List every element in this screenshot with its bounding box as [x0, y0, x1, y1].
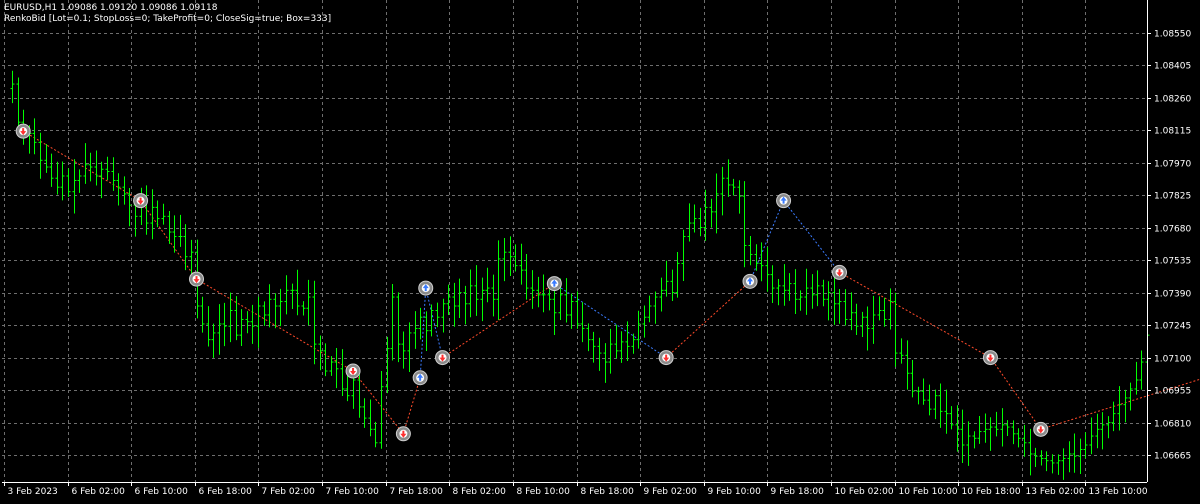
time-tick-label: 9 Feb 10:00: [708, 487, 762, 497]
price-tick-label: 1.08115: [1154, 127, 1191, 137]
sell-signal-marker: [982, 350, 998, 366]
buy-signal-marker: [418, 280, 434, 296]
time-tick-label: 7 Feb 18:00: [390, 487, 444, 497]
price-tick-label: 1.07245: [1154, 322, 1191, 332]
sell-signal-marker: [133, 193, 149, 209]
buy-signal-marker: [412, 370, 428, 386]
chart-background: [0, 0, 1200, 500]
time-tick-label: 6 Feb 10:00: [135, 487, 189, 497]
time-tick-label: 7 Feb 02:00: [262, 487, 316, 497]
price-tick-label: 1.07970: [1154, 160, 1191, 170]
price-tick-label: 1.07680: [1154, 225, 1191, 235]
sell-signal-marker: [1033, 421, 1049, 437]
price-tick-label: 1.08550: [1154, 30, 1191, 40]
symbol-info-label: EURUSD,H1 1.09086 1.09120 1.09086 1.0911…: [4, 3, 218, 13]
time-tick-label: 13 Feb 10:00: [1089, 487, 1148, 497]
price-tick-label: 1.08260: [1154, 95, 1191, 105]
price-tick-label: 1.07390: [1154, 290, 1191, 300]
price-chart[interactable]: 1.08550 1.08405 1.08260 1.08115 1.07970 1.078…: [0, 0, 1200, 500]
expert-advisor-label: RenkoBid [Lot=0.1; StopLoss=0; TakeProfi…: [4, 14, 332, 24]
price-tick-label: 1.08405: [1154, 62, 1191, 72]
price-tick-label: 1.06810: [1154, 420, 1191, 430]
sell-signal-marker: [15, 123, 31, 139]
sell-signal-marker: [831, 264, 847, 280]
buy-signal-marker: [776, 193, 792, 209]
sell-signal-marker: [435, 350, 451, 366]
time-tick-label: 3 Feb 2023: [8, 487, 58, 497]
time-tick-label: 8 Feb 02:00: [453, 487, 507, 497]
time-tick-label: 13 Feb 02:00: [1026, 487, 1085, 497]
time-tick-label: 10 Feb 02:00: [835, 487, 894, 497]
time-tick-label: 9 Feb 02:00: [644, 487, 698, 497]
buy-signal-marker: [546, 276, 562, 292]
time-tick-label: 9 Feb 18:00: [771, 487, 825, 497]
time-tick-label: 10 Feb 18:00: [962, 487, 1021, 497]
sell-signal-marker: [345, 363, 361, 379]
time-tick-label: 6 Feb 18:00: [199, 487, 253, 497]
price-tick-label: 1.06955: [1154, 387, 1191, 397]
buy-signal-marker: [742, 273, 758, 289]
sell-signal-marker: [395, 426, 411, 442]
price-tick-label: 1.06665: [1154, 452, 1191, 462]
price-tick-label: 1.07100: [1154, 355, 1191, 365]
time-tick-label: 8 Feb 10:00: [517, 487, 571, 497]
sell-signal-marker: [658, 350, 674, 366]
time-tick-label: 6 Feb 02:00: [72, 487, 126, 497]
time-tick-label: 8 Feb 18:00: [581, 487, 635, 497]
chart-window[interactable]: 1.08550 1.08405 1.08260 1.08115 1.07970 1.078…: [0, 0, 1200, 500]
sell-signal-marker: [189, 271, 205, 287]
time-tick-label: 7 Feb 10:00: [326, 487, 380, 497]
time-tick-label: 10 Feb 10:00: [899, 487, 958, 497]
price-tick-label: 1.07825: [1154, 192, 1191, 202]
price-tick-label: 1.07535: [1154, 257, 1191, 267]
